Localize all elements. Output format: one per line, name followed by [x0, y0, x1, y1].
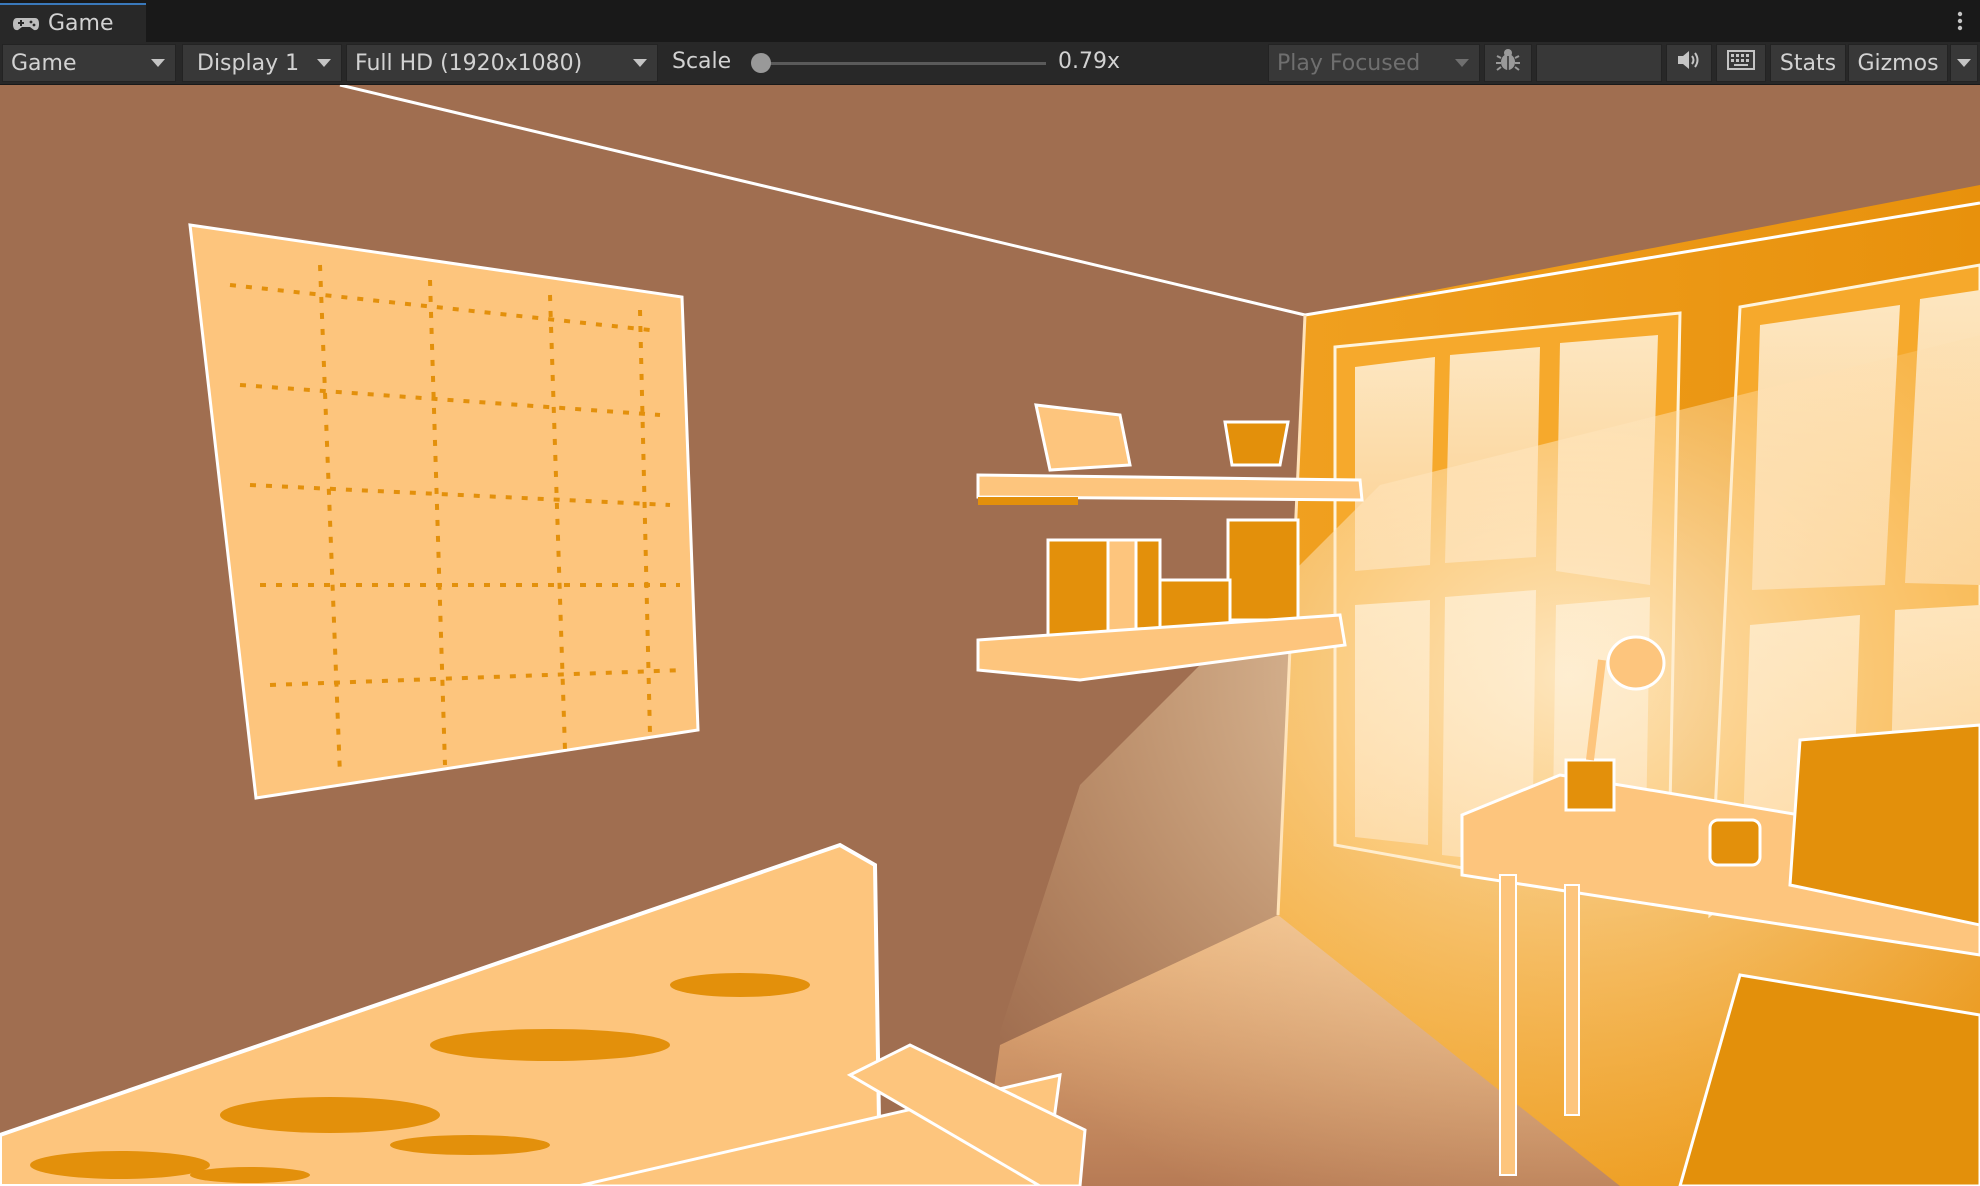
view-mode-dropdown[interactable]: Game	[2, 44, 176, 82]
gizmos-button[interactable]: Gizmos	[1848, 44, 1948, 82]
play-mode-dropdown[interactable]: Play Focused	[1268, 44, 1480, 82]
chevron-down-icon	[633, 59, 647, 67]
display-label: Display 1	[197, 50, 300, 76]
chevron-down-icon	[1455, 59, 1469, 67]
stats-button[interactable]: Stats	[1770, 44, 1846, 82]
keyboard-icon	[1727, 50, 1755, 76]
mute-audio-button[interactable]	[1666, 44, 1712, 82]
empty-toolbar-slot	[1536, 44, 1662, 82]
tab-bar: Game	[0, 0, 1980, 42]
scale-slider-track[interactable]	[760, 62, 1046, 65]
gizmos-dropdown[interactable]	[1950, 44, 1978, 82]
coffee-mug	[1708, 818, 1762, 867]
game-viewport[interactable]	[0, 85, 1980, 1186]
gamepad-icon	[12, 14, 42, 34]
play-mode-label: Play Focused	[1277, 50, 1421, 76]
tab-game[interactable]: Game	[0, 3, 146, 42]
tab-title: Game	[48, 11, 114, 36]
view-mode-label: Game	[11, 50, 77, 76]
gizmos-label: Gizmos	[1857, 50, 1939, 76]
debug-button[interactable]	[1484, 44, 1532, 82]
game-toolbar: Game Display 1 Full HD (1920x1080) Scale…	[0, 42, 1980, 85]
display-dropdown[interactable]: Display 1	[182, 44, 342, 82]
resolution-label: Full HD (1920x1080)	[355, 50, 583, 76]
scale-value: 0.79x	[1058, 49, 1121, 74]
wall-poster	[188, 223, 700, 800]
chevron-down-icon	[1957, 59, 1971, 67]
scale-slider-handle[interactable]	[751, 53, 771, 73]
stats-label: Stats	[1779, 50, 1837, 76]
chevron-down-icon	[151, 59, 165, 67]
chevron-down-icon	[317, 59, 331, 67]
bug-icon	[1495, 47, 1521, 79]
keyboard-shortcuts-button[interactable]	[1716, 44, 1766, 82]
scale-label: Scale	[672, 49, 732, 74]
resolution-dropdown[interactable]: Full HD (1920x1080)	[346, 44, 658, 82]
speaker-icon	[1676, 49, 1702, 77]
kebab-menu-icon[interactable]	[1956, 10, 1964, 32]
